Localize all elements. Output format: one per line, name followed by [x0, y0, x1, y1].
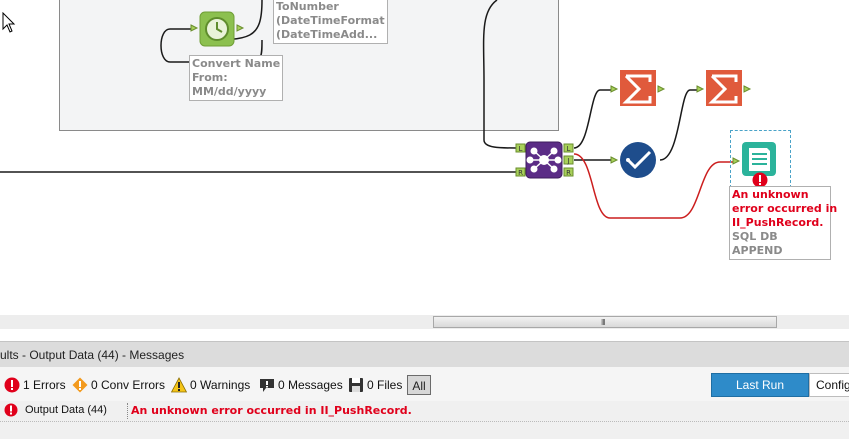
join-icon: L R L J R	[515, 141, 574, 179]
datetime-icon	[190, 11, 245, 47]
output-error-label: An unknown error occurred in II_PushReco…	[732, 188, 838, 229]
join-out-r: R	[566, 169, 571, 177]
errors-count: 1 Errors	[23, 378, 66, 392]
output-name-label: SQL DB APPEND	[732, 230, 783, 257]
join-tool[interactable]: L R L J R	[514, 140, 576, 180]
save-disk-icon	[349, 378, 363, 392]
warnings-filter-button[interactable]: 0 Warnings	[171, 377, 250, 393]
checkmark-icon	[610, 142, 656, 178]
horizontal-scrollbar[interactable]: III	[433, 316, 777, 328]
files-count: 0 Files	[367, 378, 403, 392]
messages-count: 0 Messages	[278, 378, 343, 392]
test-tool[interactable]	[608, 140, 664, 180]
datetime-tool[interactable]	[190, 9, 246, 49]
last-run-button[interactable]: Last Run	[711, 373, 809, 397]
warning-icon	[171, 377, 187, 393]
summarize-tool-2[interactable]	[696, 68, 752, 110]
row-divider	[0, 421, 849, 422]
workflow-canvas[interactable]: Convert Name From: MM/dd/yyyy ToNumber (…	[0, 0, 849, 315]
output-tool-labels: An unknown error occurred in II_PushReco…	[729, 186, 838, 260]
conv-errors-filter-button[interactable]: 0 Conv Errors	[72, 377, 165, 393]
formula-annotation-label: ToNumber (DateTimeFormat (DateTimeAdd...	[273, 0, 388, 44]
error-icon	[4, 377, 20, 393]
error-icon	[4, 403, 18, 417]
datetime-tool-label: Convert Name From: MM/dd/yyyy	[189, 55, 284, 101]
messages-filter-button[interactable]: 0 Messages	[259, 377, 343, 393]
join-out-j: J	[566, 157, 569, 165]
results-toolbar: 1 Errors 0 Conv Errors 0 Warnings 0 Mess…	[0, 367, 849, 401]
sigma-icon	[696, 70, 752, 106]
conversion-error-icon	[72, 377, 88, 393]
message-list: Output Data (44) An unknown error occurr…	[0, 401, 849, 439]
results-panel-title: ults - Output Data (44) - Messages	[0, 341, 849, 368]
summarize-tool-1[interactable]	[610, 68, 666, 110]
message-icon	[260, 379, 274, 392]
warnings-count: 0 Warnings	[190, 378, 251, 392]
sigma-icon	[610, 70, 666, 106]
message-source: Output Data (44)	[25, 404, 107, 416]
errors-filter-button[interactable]: 1 Errors	[4, 377, 66, 393]
all-filter-button[interactable]: All	[407, 375, 431, 395]
join-out-l: L	[567, 145, 571, 153]
results-panel-title-text: ults - Output Data (44) - Messages	[0, 348, 185, 362]
join-anchor-l: L	[519, 145, 523, 153]
mouse-pointer-icon	[2, 12, 16, 33]
column-separator	[127, 403, 128, 419]
scrollbar-grip: III	[601, 318, 606, 327]
message-text: An unknown error occurred in II_PushReco…	[131, 404, 412, 417]
join-anchor-r: R	[518, 169, 523, 177]
connection-wires	[0, 0, 736, 219]
files-filter-button[interactable]: 0 Files	[348, 377, 402, 393]
config-button[interactable]: Config	[809, 373, 849, 397]
conv-errors-count: 0 Conv Errors	[91, 378, 166, 392]
